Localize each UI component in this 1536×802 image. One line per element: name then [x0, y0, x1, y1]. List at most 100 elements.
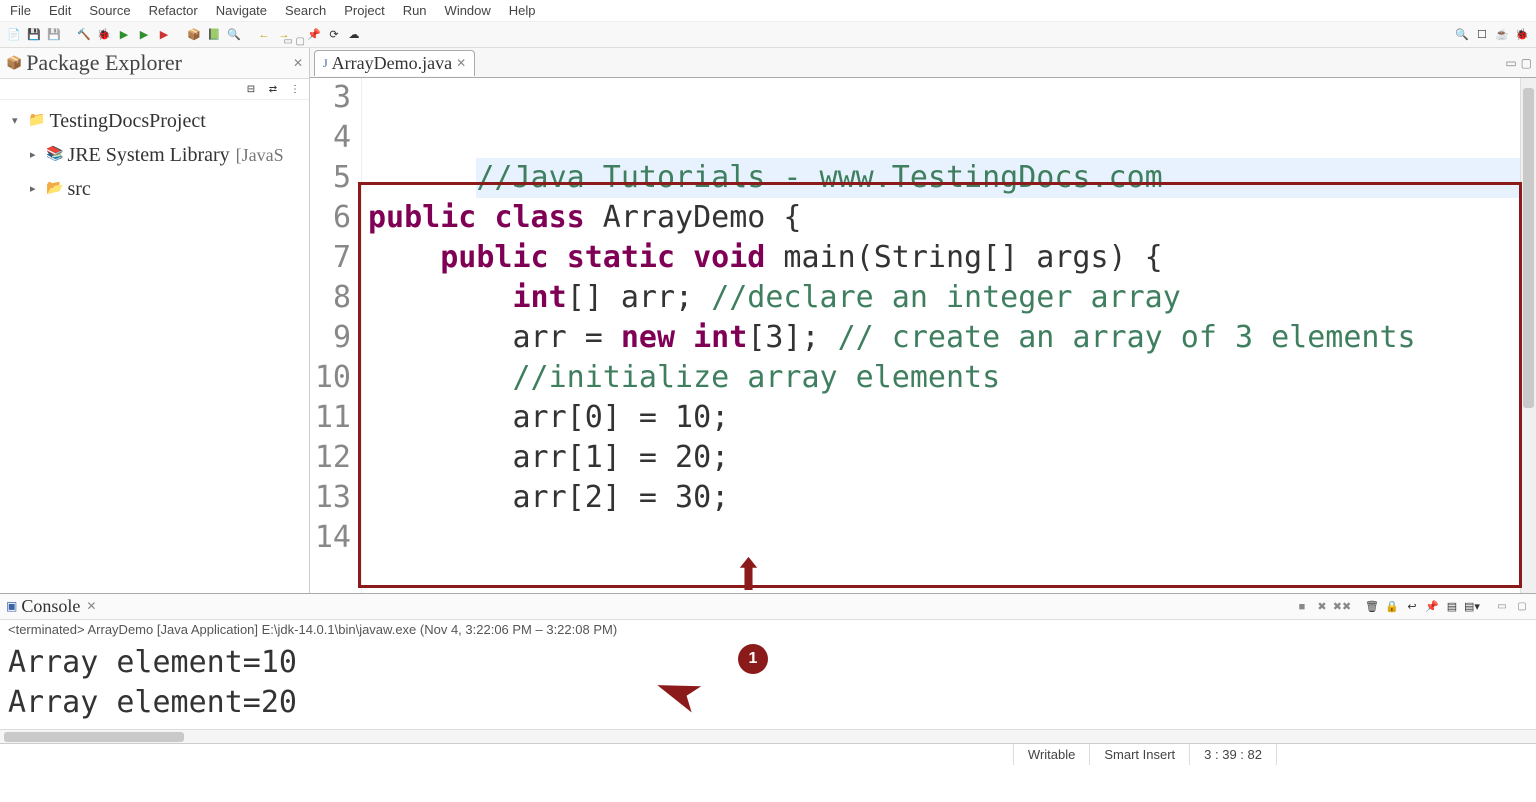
close-icon[interactable]: ✕ [293, 56, 303, 70]
link-editor-icon[interactable]: ⇄ [265, 81, 281, 97]
console-panel: ▣ Console ✕ ■ ✖ ✖✖ 🗑 🔒 ↩ 📌 ▤ ▤▾ ▭ ▢ <ter… [0, 593, 1536, 729]
perspective-java-icon[interactable]: ☕ [1494, 27, 1510, 43]
project-name: TestingDocsProject [49, 104, 205, 138]
menu-project[interactable]: Project [344, 3, 384, 18]
tree-jre-library[interactable]: ▸ 📚 JRE System Library [JavaS [12, 138, 309, 172]
run-icon[interactable]: ▶ [116, 27, 132, 43]
project-tree: ▾ 📁 TestingDocsProject ▸ 📚 JRE System Li… [0, 100, 309, 210]
line-number: 3 [310, 78, 351, 118]
console-tab[interactable]: ▣ Console ✕ [6, 596, 96, 617]
scrollbar-thumb[interactable] [4, 732, 184, 742]
menu-file[interactable]: File [10, 3, 31, 18]
external-run-icon[interactable]: ▶ [156, 27, 172, 43]
project-icon: 📁 [28, 109, 45, 133]
pin-icon[interactable]: 📌 [306, 27, 322, 43]
library-name: JRE System Library [67, 138, 229, 172]
terminate-icon[interactable]: ■ [1294, 599, 1310, 615]
cloud-icon[interactable]: ☁ [346, 27, 362, 43]
editor-tab-arraydemo[interactable]: J ArrayDemo.java ✕ [314, 50, 475, 76]
menu-source[interactable]: Source [89, 3, 130, 18]
expand-icon[interactable]: ▸ [30, 146, 42, 165]
code-line[interactable]: //initialize array elements [368, 358, 1520, 398]
code-line[interactable]: public class ArrayDemo { [368, 198, 1520, 238]
remove-launch-icon[interactable]: ✖ [1314, 599, 1330, 615]
remove-all-icon[interactable]: ✖✖ [1334, 599, 1350, 615]
code-line[interactable]: arr[0] = 10; [368, 398, 1520, 438]
word-wrap-icon[interactable]: ↩ [1404, 599, 1420, 615]
minimize-icon[interactable]: ▭ ▢ [283, 36, 305, 47]
line-number: 6 [310, 198, 351, 238]
view-menu-icon[interactable]: ⋮ [287, 81, 303, 97]
expand-icon[interactable]: ▸ [30, 180, 42, 199]
tree-project[interactable]: ▾ 📁 TestingDocsProject [12, 104, 309, 138]
back-icon[interactable]: ← [256, 27, 272, 43]
status-insert-mode: Smart Insert [1089, 744, 1189, 765]
tree-src-folder[interactable]: ▸ 📂 src [12, 172, 309, 206]
new-icon[interactable]: 📄 [6, 27, 22, 43]
editor-tab-bar: J ArrayDemo.java ✕ ▭ ▢ [310, 48, 1536, 78]
expand-icon[interactable]: ▾ [12, 112, 24, 131]
line-number: 8 [310, 278, 351, 318]
line-number: 10 [310, 358, 351, 398]
menu-refactor[interactable]: Refactor [149, 3, 198, 18]
display-console-icon[interactable]: ▤ [1444, 599, 1460, 615]
perspective-open-icon[interactable]: ☐ [1474, 27, 1490, 43]
package-explorer-panel: 📦 Package Explorer ✕ ▭ ▢ ⊟ ⇄ ⋮ ▾ 📁 Testi… [0, 48, 310, 593]
status-cursor-pos: 3 : 39 : 82 [1189, 744, 1276, 765]
console-output[interactable]: Array element=10 Array element=20 [0, 639, 1536, 729]
menu-window[interactable]: Window [445, 3, 491, 18]
minimize-panel-icon[interactable]: ▭ [1494, 599, 1510, 615]
menu-navigate[interactable]: Navigate [216, 3, 267, 18]
menu-search[interactable]: Search [285, 3, 326, 18]
main-toolbar: 📄 💾 💾 🔨 🐞 ▶ ▶ ▶ 📦 📗 🔍 ← → 📌 ⟳ ☁ 🔍 ☐ ☕ 🐞 [0, 22, 1536, 48]
sync-icon[interactable]: ⟳ [326, 27, 342, 43]
java-file-icon: J [323, 56, 328, 71]
save-all-icon[interactable]: 💾 [46, 27, 62, 43]
perspective-debug-icon[interactable]: 🐞 [1514, 27, 1530, 43]
code-line[interactable]: arr[1] = 20; [368, 438, 1520, 478]
package-explorer-tab[interactable]: 📦 Package Explorer ✕ ▭ ▢ [0, 48, 309, 79]
console-toolbar: ■ ✖ ✖✖ 🗑 🔒 ↩ 📌 ▤ ▤▾ ▭ ▢ [1294, 599, 1530, 615]
bottom-scrollbar[interactable] [0, 729, 1536, 743]
menu-help[interactable]: Help [509, 3, 536, 18]
menu-edit[interactable]: Edit [49, 3, 71, 18]
code-body[interactable]: //Java Tutorials - www.TestingDocs.compu… [362, 78, 1520, 593]
line-number: 4 [310, 118, 351, 158]
build-icon[interactable]: 🔨 [76, 27, 92, 43]
collapse-all-icon[interactable]: ⊟ [243, 81, 259, 97]
code-line[interactable]: //Java Tutorials - www.TestingDocs.com [476, 158, 1536, 198]
scroll-lock-icon[interactable]: 🔒 [1384, 599, 1400, 615]
editor-area: J ArrayDemo.java ✕ ▭ ▢ 34567891011121314… [310, 48, 1536, 593]
code-line[interactable]: arr[2] = 30; [368, 478, 1520, 518]
menu-run[interactable]: Run [403, 3, 427, 18]
package-icon: 📦 [6, 55, 22, 71]
maximize-editor-icon[interactable]: ▢ [1521, 56, 1532, 70]
maximize-panel-icon[interactable]: ▢ [1514, 599, 1530, 615]
view-controls: ⊟ ⇄ ⋮ [0, 79, 309, 100]
coverage-icon[interactable]: ▶ [136, 27, 152, 43]
line-number: 7 [310, 238, 351, 278]
code-line[interactable]: public static void main(String[] args) { [368, 238, 1520, 278]
debug-icon[interactable]: 🐞 [96, 27, 112, 43]
minimize-editor-icon[interactable]: ▭ [1505, 56, 1516, 70]
vertical-scrollbar[interactable] [1520, 78, 1536, 593]
clear-console-icon[interactable]: 🗑 [1364, 599, 1380, 615]
new-class-icon[interactable]: 📗 [206, 27, 222, 43]
library-icon: 📚 [46, 143, 63, 167]
save-icon[interactable]: 💾 [26, 27, 42, 43]
close-console-icon[interactable]: ✕ [86, 599, 96, 614]
search-icon[interactable]: 🔍 [1454, 27, 1470, 43]
line-number: 11 [310, 398, 351, 438]
code-line[interactable]: int[] arr; //declare an integer array [368, 278, 1520, 318]
close-tab-icon[interactable]: ✕ [456, 56, 466, 71]
code-editor[interactable]: 34567891011121314 //Java Tutorials - www… [310, 78, 1536, 593]
line-number: 12 [310, 438, 351, 478]
open-type-icon[interactable]: 🔍 [226, 27, 242, 43]
scrollbar-thumb[interactable] [1523, 88, 1534, 408]
code-line[interactable]: arr = new int[3]; // create an array of … [368, 318, 1520, 358]
pin-console-icon[interactable]: 📌 [1424, 599, 1440, 615]
new-package-icon[interactable]: 📦 [186, 27, 202, 43]
console-header: ▣ Console ✕ ■ ✖ ✖✖ 🗑 🔒 ↩ 📌 ▤ ▤▾ ▭ ▢ [0, 594, 1536, 620]
console-icon: ▣ [6, 599, 17, 614]
open-console-icon[interactable]: ▤▾ [1464, 599, 1480, 615]
